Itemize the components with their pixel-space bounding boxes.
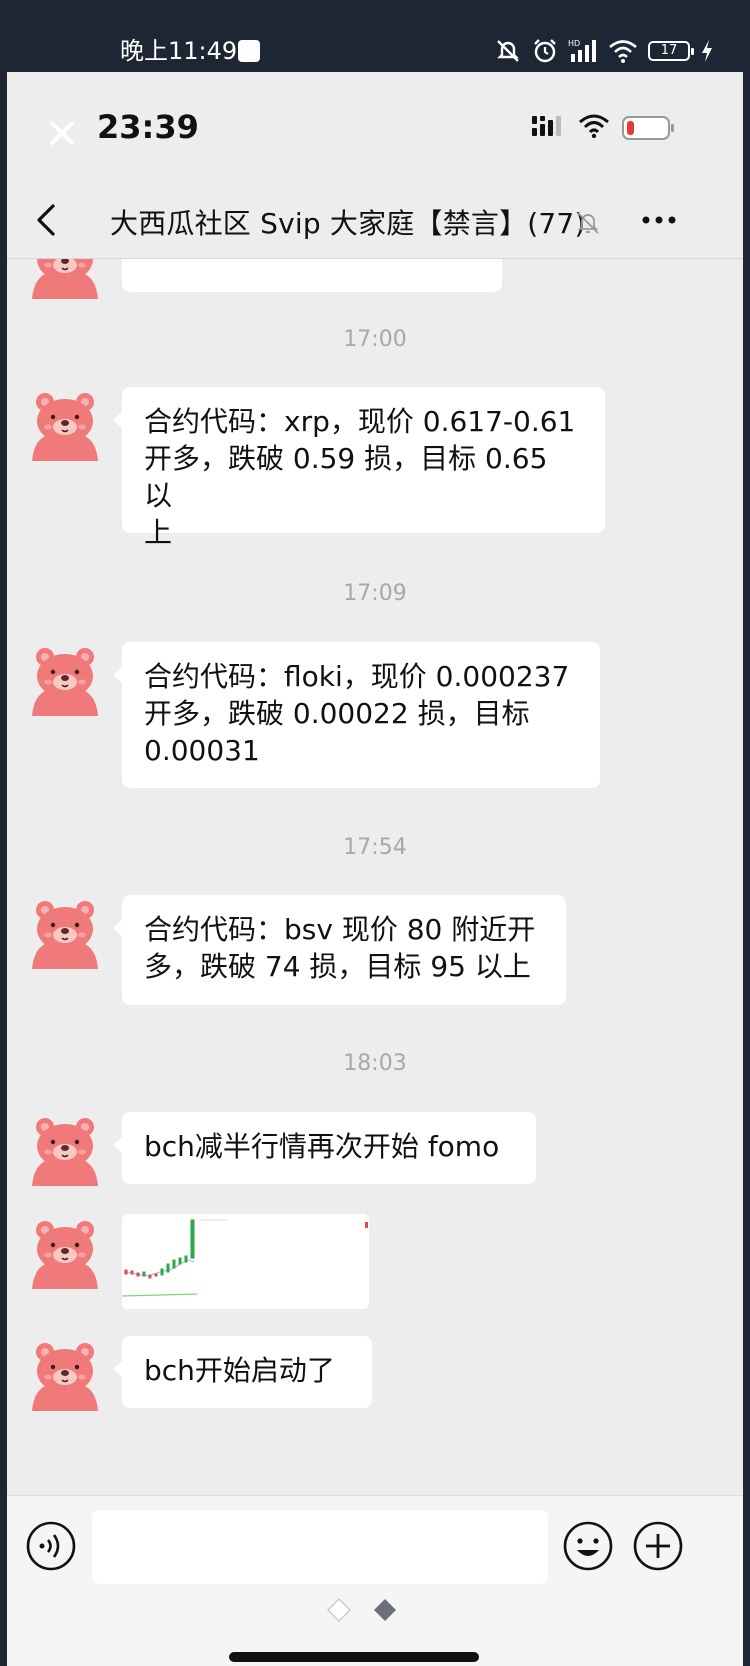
more-icon <box>642 216 676 224</box>
diamond-dot-icon <box>326 1597 352 1623</box>
message-bubble-partial <box>113 259 502 292</box>
message-line: 开多，跌破 0.00022 损，目标 <box>144 697 530 730</box>
battery-icon: 17 <box>648 41 694 61</box>
image-message[interactable] <box>122 1214 369 1309</box>
timestamp: 17:00 <box>343 327 407 352</box>
back-icon <box>37 204 55 236</box>
message-list[interactable]: 17:00 合约代码：xrp，现价 0.617-0.61 开多，跌破 0.59 … <box>7 259 743 1495</box>
back-button[interactable] <box>27 198 67 242</box>
diamond-dot-active-icon <box>374 1599 396 1621</box>
message-bubble[interactable]: 合约代码：floki，现价 0.000237 开多，跌破 0.00022 损，目… <box>113 642 600 788</box>
message-line: 开多，跌破 0.59 损，目标 0.65 以 <box>144 442 548 512</box>
timestamp: 18:03 <box>343 1051 407 1076</box>
wechat-screen: 23:39 大西瓜社区 Svip 大家庭【禁言】(77) 17:00 合约代码：… <box>7 72 743 1666</box>
message-bubble[interactable]: bch减半行情再次开始 fomo <box>113 1112 536 1184</box>
avatar[interactable] <box>28 1215 102 1289</box>
candlestick-chart-icon <box>122 1214 369 1309</box>
signal-icon <box>532 114 566 142</box>
timestamp: 17:54 <box>343 835 407 860</box>
svg-text:HD: HD <box>568 39 580 48</box>
message-line: bch减半行情再次开始 fomo <box>144 1130 500 1163</box>
notification-square-icon <box>238 40 260 62</box>
avatar[interactable] <box>28 1112 102 1186</box>
message-input[interactable] <box>92 1510 548 1584</box>
timestamp: 17:09 <box>343 581 407 606</box>
message-bubble[interactable]: 合约代码：xrp，现价 0.617-0.61 开多，跌破 0.59 损，目标 0… <box>113 387 605 549</box>
inner-status-icons <box>532 114 674 142</box>
system-status-bar: 晚上11:49 HD 17 <box>0 0 750 72</box>
voice-icon <box>26 1521 76 1571</box>
message-line: 合约代码：floki，现价 0.000237 <box>144 660 570 693</box>
avatar[interactable] <box>28 895 102 969</box>
inner-status-bar: 23:39 <box>7 72 743 182</box>
inner-time: 23:39 <box>97 108 199 146</box>
emoji-button[interactable] <box>562 1520 614 1572</box>
home-indicator[interactable] <box>229 1652 479 1662</box>
wifi-icon <box>608 39 638 63</box>
message-line: 多，跌破 74 损，目标 95 以上 <box>144 950 531 983</box>
charging-icon <box>700 39 714 63</box>
system-status-icons: HD 17 <box>494 36 714 66</box>
message-line: 上 <box>144 516 173 549</box>
mute-bell-icon <box>575 210 601 236</box>
input-bar <box>7 1495 743 1666</box>
plus-button[interactable] <box>632 1520 684 1572</box>
message-line: 合约代码：bsv 现价 80 附近开 <box>144 913 536 946</box>
avatar[interactable] <box>28 387 102 461</box>
message-bubble[interactable]: 合约代码：bsv 现价 80 附近开 多，跌破 74 损，目标 95 以上 <box>113 895 566 1005</box>
hd-signal-icon: HD <box>568 38 598 64</box>
more-button[interactable] <box>637 202 681 238</box>
alarm-icon <box>532 38 558 64</box>
wifi-icon <box>578 114 610 142</box>
chat-header: 大西瓜社区 Svip 大家庭【禁言】(77) <box>7 182 743 259</box>
message-line: bch开始启动了 <box>144 1354 335 1387</box>
chat-title: 大西瓜社区 Svip 大家庭【禁言】(77) <box>110 207 586 240</box>
voice-button[interactable] <box>25 1520 77 1572</box>
keyboard-page-dots <box>325 1596 399 1624</box>
plus-icon <box>633 1521 683 1571</box>
mute-icon <box>494 37 522 65</box>
close-icon[interactable] <box>42 113 82 153</box>
message-bubble[interactable]: bch开始启动了 <box>113 1336 372 1408</box>
avatar[interactable] <box>28 1337 102 1411</box>
system-time: 晚上11:49 <box>120 37 238 65</box>
message-line: 0.00031 <box>144 734 260 767</box>
emoji-icon <box>563 1521 613 1571</box>
avatar[interactable] <box>28 642 102 716</box>
battery-low-icon <box>622 116 674 140</box>
avatar[interactable] <box>28 259 102 299</box>
message-line: 合约代码：xrp，现价 0.617-0.61 <box>144 405 576 438</box>
